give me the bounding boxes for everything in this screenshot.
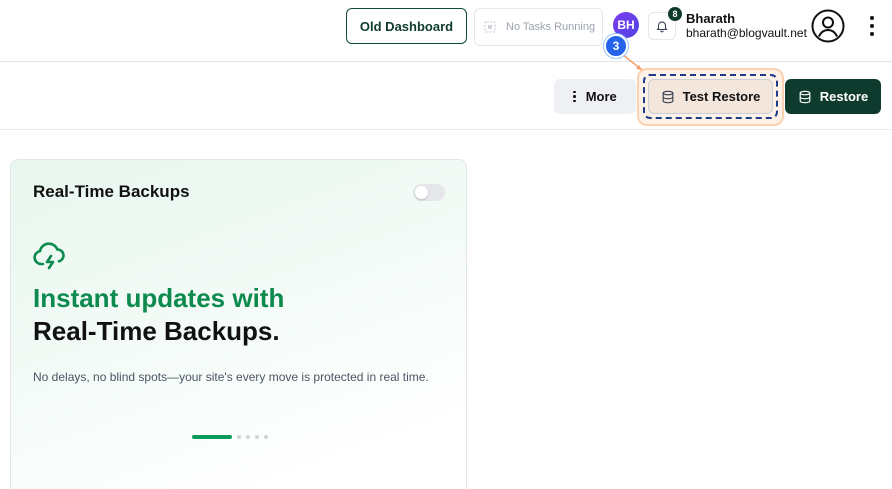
bell-icon bbox=[656, 21, 668, 33]
card-title: Real-Time Backups bbox=[33, 182, 190, 201]
user-email: bharath@blogvault.net bbox=[686, 26, 807, 40]
card-description: No delays, no blind spots—your site's ev… bbox=[33, 370, 429, 384]
test-restore-button[interactable]: Test Restore bbox=[648, 79, 773, 114]
database-icon bbox=[662, 90, 673, 103]
headline-main: Real-Time Backups. bbox=[33, 316, 280, 346]
user-circle-icon[interactable] bbox=[811, 9, 845, 43]
cloud-lightning-icon bbox=[33, 242, 65, 270]
restore-label: Restore bbox=[819, 89, 869, 104]
carousel-dot[interactable] bbox=[246, 435, 250, 439]
user-name: Bharath bbox=[686, 11, 736, 26]
carousel-dot[interactable] bbox=[255, 435, 259, 439]
more-button[interactable]: More bbox=[554, 79, 636, 114]
tasks-icon bbox=[484, 21, 496, 33]
action-bar: More Test Restore Restore bbox=[0, 62, 892, 130]
test-restore-label: Test Restore bbox=[682, 89, 761, 104]
top-header: Old Dashboard No Tasks Running BH 8 Bhar… bbox=[0, 0, 892, 62]
notification-count-badge: 8 bbox=[668, 7, 682, 21]
toggle-knob bbox=[415, 186, 428, 199]
tasks-status[interactable]: No Tasks Running bbox=[474, 8, 603, 46]
headline-accent: Instant updates with bbox=[33, 283, 285, 313]
old-dashboard-button[interactable]: Old Dashboard bbox=[346, 8, 467, 44]
carousel-dot-active[interactable] bbox=[192, 435, 232, 439]
database-icon bbox=[799, 90, 811, 103]
kebab-menu-icon[interactable] bbox=[864, 14, 880, 38]
vertical-dots-icon bbox=[573, 90, 576, 103]
real-time-backups-card: Real-Time Backups Instant updates with R… bbox=[10, 159, 467, 489]
carousel-indicator bbox=[192, 435, 268, 439]
real-time-backups-toggle[interactable] bbox=[413, 184, 445, 201]
restore-button[interactable]: Restore bbox=[785, 79, 881, 114]
tasks-label: No Tasks Running bbox=[506, 21, 596, 33]
carousel-dot[interactable] bbox=[264, 435, 268, 439]
tour-step-badge: 3 bbox=[604, 34, 628, 58]
tour-connector bbox=[621, 53, 643, 71]
carousel-dot[interactable] bbox=[237, 435, 241, 439]
more-label: More bbox=[585, 89, 617, 104]
